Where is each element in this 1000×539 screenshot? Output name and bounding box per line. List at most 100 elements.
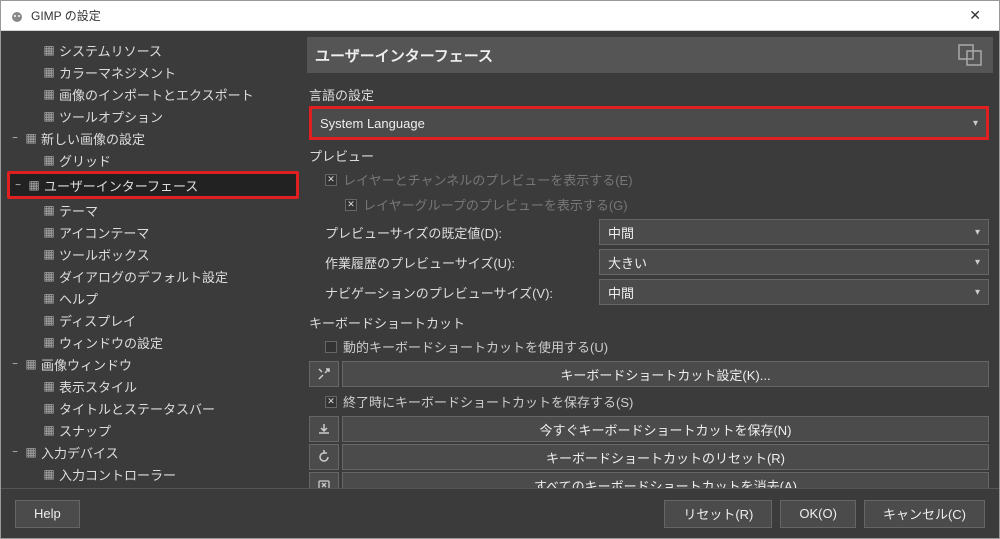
tree-item-icon: ▦ <box>41 335 57 349</box>
sidebar-item-label: 新しい画像の設定 <box>41 129 145 148</box>
sidebar-item[interactable]: ▦スナップ <box>7 419 299 441</box>
sidebar-item[interactable]: ▦グリッド <box>7 149 299 171</box>
checkbox-icon <box>345 199 357 211</box>
sidebar-item[interactable]: ▦ダイアログのデフォルト設定 <box>7 265 299 287</box>
tree-item-icon: ▦ <box>41 467 57 481</box>
sidebar: ▦システムリソース▦カラーマネジメント▦画像のインポートとエクスポート▦ツールオ… <box>1 31 301 488</box>
tree-item-icon: ▦ <box>41 87 57 101</box>
sidebar-item[interactable]: ▦ヘルプ <box>7 287 299 309</box>
highlight-box: −▦ユーザーインターフェース <box>7 171 299 199</box>
chevron-down-icon: ▾ <box>975 287 980 298</box>
sidebar-item[interactable]: ▦ツールオプション <box>7 105 299 127</box>
tree-item-icon: ▦ <box>41 423 57 437</box>
ok-button[interactable]: OK(O) <box>780 500 856 528</box>
tree-item-icon: ▦ <box>41 109 57 123</box>
cancel-button[interactable]: キャンセル(C) <box>864 500 985 528</box>
panel-header: ユーザーインターフェース <box>307 37 993 73</box>
sidebar-item-label: アイコンテーマ <box>59 223 149 242</box>
app-icon <box>9 8 25 24</box>
sidebar-item-label: ディスプレイ <box>59 311 136 330</box>
tree-item-icon: ▦ <box>41 65 57 79</box>
tree-item-icon: ▦ <box>41 203 57 217</box>
sidebar-item[interactable]: ▦カラーマネジメント <box>7 61 299 83</box>
sidebar-item-label: スナップ <box>59 421 111 440</box>
tree-item-icon: ▦ <box>41 379 57 393</box>
sidebar-item[interactable]: ▦システムリソース <box>7 39 299 61</box>
tree-item-icon: ▦ <box>41 225 57 239</box>
nav-preview-size-label: ナビゲーションのプレビューサイズ(V): <box>309 283 599 302</box>
tree-item-icon: ▦ <box>26 178 42 192</box>
tree-item-icon: ▦ <box>41 43 57 57</box>
titlebar: GIMP の設定 ✕ <box>1 1 999 31</box>
sidebar-item-label: テーマ <box>59 201 98 220</box>
sidebar-item[interactable]: ▦ツールボックス <box>7 243 299 265</box>
checkbox-icon <box>325 396 337 408</box>
close-button[interactable]: ✕ <box>959 3 991 28</box>
tree-item-icon: ▦ <box>41 291 57 305</box>
sidebar-item[interactable]: −▦新しい画像の設定 <box>7 127 299 149</box>
expander-icon[interactable]: − <box>12 180 24 191</box>
sidebar-item-label: ユーザーインターフェース <box>44 176 198 195</box>
tree-item-icon: ▦ <box>23 445 39 459</box>
sidebar-item-label: タイトルとステータスバー <box>59 399 215 418</box>
tree-item-icon: ▦ <box>41 153 57 167</box>
sidebar-item[interactable]: ▦テーマ <box>7 199 299 221</box>
sidebar-item-label: 入力コントローラー <box>59 465 176 484</box>
clear-shortcuts-button[interactable]: すべてのキーボードショートカットを消去(A) <box>342 472 989 488</box>
reset-icon-button[interactable] <box>309 444 339 470</box>
sidebar-item-label: 表示スタイル <box>59 377 137 396</box>
save-icon-button[interactable] <box>309 416 339 442</box>
show-layergroup-preview-checkbox[interactable]: レイヤーグループのプレビューを表示する(G) <box>309 192 989 217</box>
sidebar-item-label: 画像のインポートとエクスポート <box>59 85 254 104</box>
reset-shortcuts-button[interactable]: キーボードショートカットのリセット(R) <box>342 444 989 470</box>
undo-preview-size-dropdown[interactable]: 大きい▾ <box>599 249 989 275</box>
checkbox-icon <box>325 174 337 186</box>
chevron-down-icon: ▾ <box>973 118 978 129</box>
nav-preview-size-dropdown[interactable]: 中間▾ <box>599 279 989 305</box>
sidebar-item[interactable]: −▦ユーザーインターフェース <box>10 174 296 196</box>
sidebar-item-label: ヘルプ <box>59 289 98 308</box>
sidebar-item[interactable]: ▦ディスプレイ <box>7 309 299 331</box>
reset-button[interactable]: リセット(R) <box>664 500 772 528</box>
sidebar-item[interactable]: ▦ウィンドウの設定 <box>7 331 299 353</box>
expander-icon[interactable]: − <box>9 359 21 370</box>
tree-item-icon: ▦ <box>23 357 39 371</box>
preview-section-label: プレビュー <box>309 146 989 165</box>
undo-preview-size-label: 作業履歴のプレビューサイズ(U): <box>309 253 599 272</box>
default-preview-size-dropdown[interactable]: 中間▾ <box>599 219 989 245</box>
sidebar-item[interactable]: ▦表示スタイル <box>7 375 299 397</box>
language-value: System Language <box>320 116 425 131</box>
dynamic-shortcut-checkbox[interactable]: 動的キーボードショートカットを使用する(U) <box>309 334 989 359</box>
tools-icon-button[interactable] <box>309 361 339 387</box>
shortcut-section-label: キーボードショートカット <box>309 313 989 332</box>
settings-dialog: GIMP の設定 ✕ ▦システムリソース▦カラーマネジメント▦画像のインポートと… <box>0 0 1000 539</box>
sidebar-item[interactable]: ▦入力コントローラー <box>7 463 299 485</box>
tree-item-icon: ▦ <box>23 131 39 145</box>
sidebar-item[interactable]: −▦入力デバイス <box>7 441 299 463</box>
show-layer-preview-checkbox[interactable]: レイヤーとチャンネルのプレビューを表示する(E) <box>309 167 989 192</box>
language-dropdown[interactable]: System Language ▾ <box>309 106 989 140</box>
sidebar-item-label: ダイアログのデフォルト設定 <box>59 267 228 286</box>
expander-icon[interactable]: − <box>9 133 21 144</box>
dialog-footer: Help リセット(R) OK(O) キャンセル(C) <box>1 488 999 538</box>
sidebar-item[interactable]: −▦画像ウィンドウ <box>7 353 299 375</box>
expander-icon[interactable]: − <box>9 447 21 458</box>
help-button[interactable]: Help <box>15 500 80 528</box>
panel-icon <box>957 43 985 67</box>
sidebar-item-label: ツールオプション <box>59 107 163 126</box>
sidebar-item-label: 入力デバイス <box>41 443 119 462</box>
sidebar-item[interactable]: ▦アイコンテーマ <box>7 221 299 243</box>
save-on-exit-checkbox[interactable]: 終了時にキーボードショートカットを保存する(S) <box>309 389 989 414</box>
language-label: 言語の設定 <box>309 85 989 104</box>
tree-item-icon: ▦ <box>41 401 57 415</box>
sidebar-item[interactable]: ▦画像のインポートとエクスポート <box>7 83 299 105</box>
window-title: GIMP の設定 <box>31 7 101 24</box>
clear-icon-button[interactable] <box>309 472 339 488</box>
tree-item-icon: ▦ <box>41 247 57 261</box>
sidebar-item[interactable]: ▦タイトルとステータスバー <box>7 397 299 419</box>
checkbox-icon <box>325 341 337 353</box>
sidebar-item-label: グリッド <box>59 151 111 170</box>
tree-item-icon: ▦ <box>41 269 57 283</box>
save-shortcuts-now-button[interactable]: 今すぐキーボードショートカットを保存(N) <box>342 416 989 442</box>
shortcut-settings-button[interactable]: キーボードショートカット設定(K)... <box>342 361 989 387</box>
